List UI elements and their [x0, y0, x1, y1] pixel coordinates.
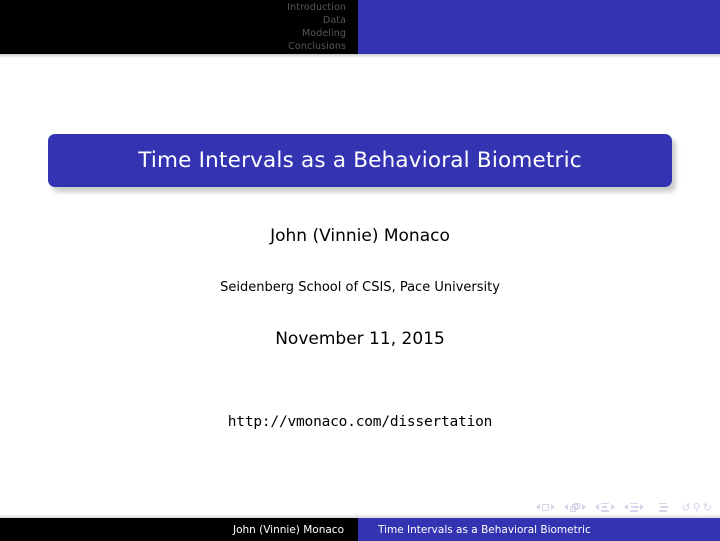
title-box-container: Time Intervals as a Behavioral Biometric: [48, 134, 676, 192]
header-nav-item-data[interactable]: Data: [323, 14, 358, 27]
footer-bar: John (Vinnie) Monaco Time Intervals as a…: [0, 518, 720, 541]
previous-frame-icon[interactable]: [563, 504, 568, 510]
presentation-navigation-group[interactable]: [658, 502, 668, 512]
next-subsection-icon[interactable]: [610, 504, 615, 510]
footer-author-section: John (Vinnie) Monaco: [0, 518, 358, 541]
presentation-bars-icon[interactable]: [658, 502, 668, 512]
slide-square-icon[interactable]: [541, 503, 549, 511]
previous-subsection-icon[interactable]: [594, 504, 599, 510]
magnifier-icon[interactable]: ⚲: [693, 502, 701, 513]
header-nav-section-list: Introduction Data Modeling Conclusions: [0, 0, 358, 54]
institute-name: Seidenberg School of CSIS, Pace Universi…: [220, 280, 500, 295]
header-navigation-bar: Introduction Data Modeling Conclusions: [0, 0, 720, 54]
stacked-squares-icon[interactable]: [569, 502, 580, 512]
footer-title-text: Time Intervals as a Behavioral Biometric: [378, 523, 591, 536]
section-bars-icon[interactable]: [629, 502, 639, 512]
previous-slide-icon[interactable]: [535, 504, 540, 510]
circular-arrow-back-icon[interactable]: ↺: [682, 502, 691, 513]
title-box: Time Intervals as a Behavioral Biometric: [48, 134, 672, 187]
subsection-bars-icon[interactable]: [600, 502, 609, 512]
presentation-date: November 11, 2015: [275, 329, 445, 349]
next-slide-icon[interactable]: [550, 504, 555, 510]
frame-navigation-group[interactable]: [563, 502, 586, 512]
header-accent-panel: [358, 0, 720, 54]
beamer-navigation-symbols: ↺ ⚲ ↻: [535, 500, 713, 514]
dissertation-url[interactable]: http://vmonaco.com/dissertation: [0, 414, 720, 430]
next-section-icon[interactable]: [639, 504, 644, 510]
slide-title: Time Intervals as a Behavioral Biometric: [138, 148, 582, 173]
footer-author-text: John (Vinnie) Monaco: [232, 523, 344, 536]
slide-navigation-group[interactable]: [535, 503, 555, 511]
previous-section-icon[interactable]: [623, 504, 628, 510]
circular-arrow-forward-icon[interactable]: ↻: [703, 502, 712, 513]
header-nav-item-conclusions[interactable]: Conclusions: [288, 40, 358, 53]
header-nav-item-introduction[interactable]: Introduction: [287, 1, 358, 14]
header-nav-item-modeling[interactable]: Modeling: [302, 27, 358, 40]
author-name: John (Vinnie) Monaco: [270, 226, 450, 246]
header-shadow-divider: [0, 54, 720, 58]
next-frame-icon[interactable]: [581, 504, 586, 510]
footer-title-section: Time Intervals as a Behavioral Biometric: [358, 518, 720, 541]
document-navigation-group[interactable]: ↺ ⚲ ↻: [682, 502, 713, 513]
section-navigation-group[interactable]: [623, 502, 644, 512]
subsection-navigation-group[interactable]: [594, 502, 615, 512]
